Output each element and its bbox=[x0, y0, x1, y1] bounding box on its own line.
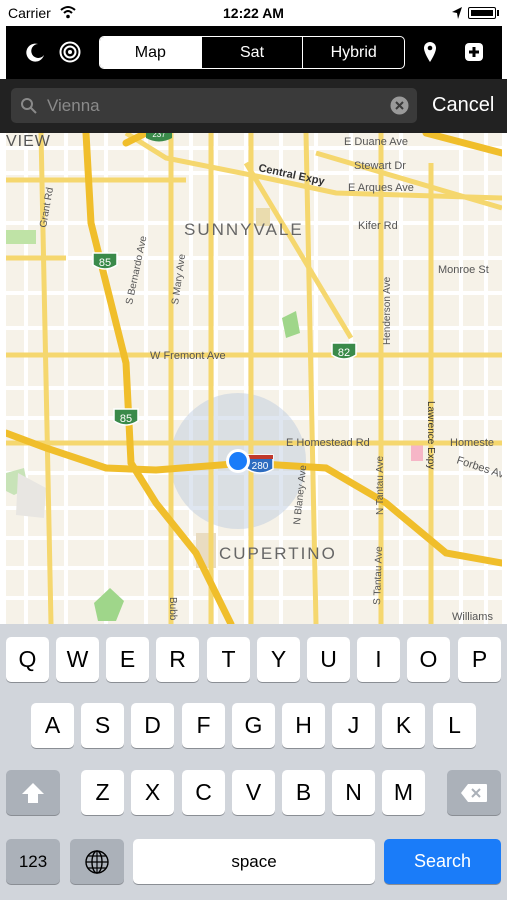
street-label: Henderson Ave bbox=[382, 276, 393, 345]
key-m[interactable]: M bbox=[382, 770, 425, 815]
shield-85-label: 85 bbox=[99, 257, 111, 269]
key-w[interactable]: W bbox=[56, 637, 99, 682]
keyboard: Q W E R T Y U I O P A S D F G H J K L Z … bbox=[0, 624, 507, 900]
pin-icon[interactable] bbox=[418, 40, 442, 64]
park-area bbox=[94, 588, 124, 621]
shield-237-label: 237 bbox=[152, 133, 166, 139]
search-bar: Vienna Cancel bbox=[0, 79, 507, 133]
delete-key[interactable] bbox=[447, 770, 501, 815]
street-label: Monroe St bbox=[438, 264, 489, 276]
street-label: Kifer Rd bbox=[358, 220, 398, 232]
battery-nub bbox=[497, 10, 499, 16]
key-u[interactable]: U bbox=[307, 637, 350, 682]
street-label: Williams bbox=[452, 611, 493, 623]
street-label: Bubb bbox=[167, 597, 178, 621]
key-f[interactable]: F bbox=[182, 703, 225, 748]
key-t[interactable]: T bbox=[207, 637, 250, 682]
clock: 12:22 AM bbox=[223, 5, 284, 21]
battery-icon bbox=[468, 7, 496, 19]
key-s[interactable]: S bbox=[81, 703, 124, 748]
numbers-key[interactable]: 123 bbox=[6, 839, 60, 884]
shield-280-label: 280 bbox=[252, 461, 269, 472]
highway-shield-85: 85 bbox=[113, 408, 139, 426]
key-j[interactable]: J bbox=[332, 703, 375, 748]
key-d[interactable]: D bbox=[131, 703, 174, 748]
key-h[interactable]: H bbox=[282, 703, 325, 748]
highway-shield-82: 82 bbox=[331, 342, 357, 360]
street-label: E Duane Ave bbox=[344, 136, 408, 148]
park-area bbox=[6, 230, 36, 244]
key-v[interactable]: V bbox=[232, 770, 275, 815]
target-icon[interactable] bbox=[58, 40, 82, 64]
key-x[interactable]: X bbox=[131, 770, 174, 815]
city-label-sunnyvale: SUNNYVALE bbox=[184, 220, 304, 239]
status-bar: Carrier 12:22 AM bbox=[0, 0, 507, 26]
key-z[interactable]: Z bbox=[81, 770, 124, 815]
highway-shield-85: 85 bbox=[92, 252, 118, 270]
key-a[interactable]: A bbox=[31, 703, 74, 748]
search-icon bbox=[21, 98, 37, 114]
key-g[interactable]: G bbox=[232, 703, 275, 748]
clear-text-icon[interactable] bbox=[390, 96, 409, 115]
backspace-icon bbox=[461, 784, 487, 802]
highway-shield-280: 280 bbox=[246, 454, 274, 474]
search-input[interactable]: Vienna bbox=[11, 88, 417, 123]
street-label: E Arques Ave bbox=[348, 182, 414, 194]
key-e[interactable]: E bbox=[106, 637, 149, 682]
shift-icon bbox=[22, 783, 44, 803]
street-label: Lawrence Expy bbox=[425, 401, 436, 469]
key-b[interactable]: B bbox=[282, 770, 325, 815]
street-label: Stewart Dr bbox=[354, 160, 406, 172]
key-c[interactable]: C bbox=[182, 770, 225, 815]
shield-82-label: 82 bbox=[338, 347, 350, 359]
key-q[interactable]: Q bbox=[6, 637, 49, 682]
city-label-view: VIEW bbox=[6, 133, 51, 150]
key-o[interactable]: O bbox=[407, 637, 450, 682]
hospital-area bbox=[411, 445, 423, 461]
segment-map[interactable]: Map bbox=[100, 37, 201, 68]
street-label: S Tantau Ave bbox=[372, 546, 385, 605]
key-i[interactable]: I bbox=[357, 637, 400, 682]
cancel-button[interactable]: Cancel bbox=[432, 94, 494, 117]
key-r[interactable]: R bbox=[156, 637, 199, 682]
search-input-value: Vienna bbox=[47, 96, 100, 115]
segment-hybrid[interactable]: Hybrid bbox=[302, 37, 404, 68]
key-l[interactable]: L bbox=[433, 703, 476, 748]
current-location-dot bbox=[229, 452, 247, 470]
park-area bbox=[282, 311, 300, 338]
shift-key[interactable] bbox=[6, 770, 60, 815]
map-toolbar: Map Sat Hybrid bbox=[6, 26, 502, 79]
map-view[interactable]: 237 85 85 82 280 VIEW SUNNYVALE CUPERTIN… bbox=[6, 133, 502, 624]
search-key[interactable]: Search bbox=[384, 839, 501, 884]
key-y[interactable]: Y bbox=[257, 637, 300, 682]
map-canvas: 237 85 85 82 280 VIEW SUNNYVALE CUPERTIN… bbox=[6, 133, 502, 624]
highway-shield-237: 237 bbox=[146, 133, 172, 142]
street-label: W Fremont Ave bbox=[150, 350, 226, 362]
globe-icon bbox=[85, 850, 109, 874]
street-label: E Homestead Rd bbox=[286, 437, 370, 449]
night-mode-icon[interactable] bbox=[24, 40, 48, 64]
map-labels: VIEW SUNNYVALE CUPERTINO E Duane Ave Ste… bbox=[6, 133, 502, 623]
globe-key[interactable] bbox=[70, 839, 124, 884]
space-key[interactable]: space bbox=[133, 839, 375, 884]
airfield-area bbox=[16, 473, 46, 518]
shield-85-label: 85 bbox=[120, 413, 132, 425]
add-icon[interactable] bbox=[462, 40, 486, 64]
key-n[interactable]: N bbox=[332, 770, 375, 815]
key-k[interactable]: K bbox=[382, 703, 425, 748]
street-label: Homeste bbox=[450, 437, 494, 449]
location-arrow-icon bbox=[452, 7, 462, 19]
key-p[interactable]: P bbox=[458, 637, 501, 682]
segment-sat[interactable]: Sat bbox=[200, 37, 303, 68]
city-label-cupertino: CUPERTINO bbox=[219, 544, 337, 563]
street-label: N Tantau Ave bbox=[375, 455, 386, 515]
map-type-segmented-control: Map Sat Hybrid bbox=[99, 36, 405, 69]
